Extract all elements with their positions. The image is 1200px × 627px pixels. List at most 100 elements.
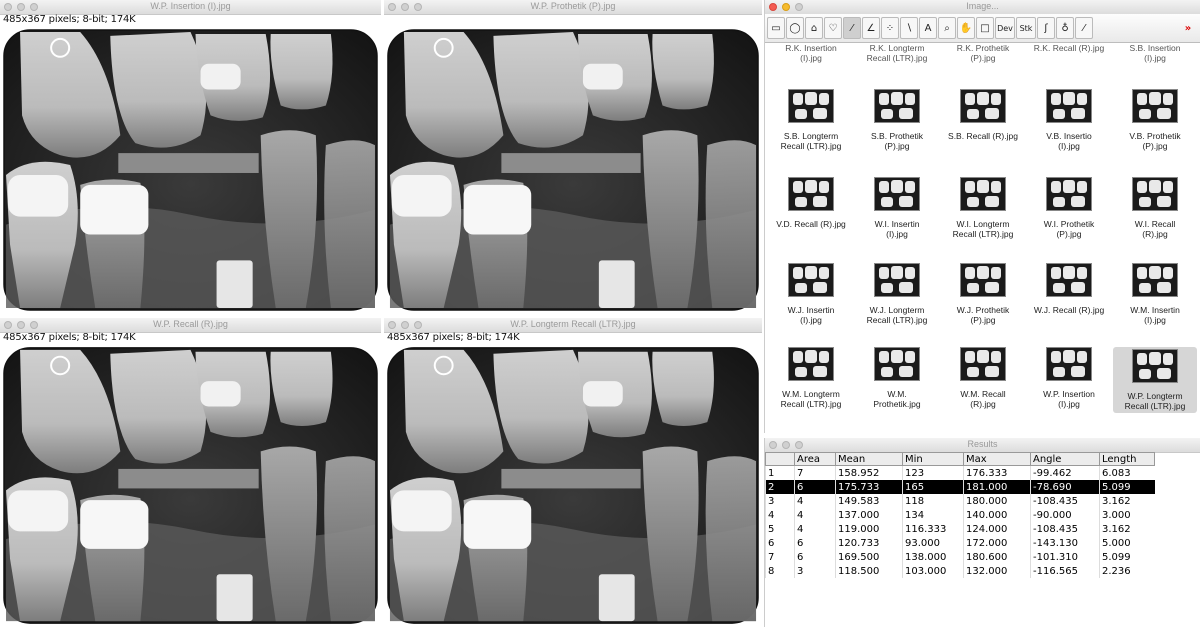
- polygon-select-icon[interactable]: ⌂: [805, 17, 823, 39]
- thumbnail-image[interactable]: [874, 89, 920, 123]
- thumbnail-image[interactable]: [788, 177, 834, 211]
- column-header[interactable]: Angle: [1030, 452, 1100, 466]
- table-cell: 118: [902, 494, 964, 508]
- titlebar[interactable]: W.P. Recall (R).jpg: [0, 318, 381, 333]
- thumbnail-image[interactable]: [1132, 89, 1178, 123]
- thumbnail-image[interactable]: [1046, 263, 1092, 297]
- more-tools-icon[interactable]: »: [1179, 17, 1197, 39]
- hand-tool-icon[interactable]: ✋: [957, 17, 975, 39]
- thumbnail-item[interactable]: V.D. Recall (R).jpg: [769, 177, 853, 229]
- titlebar[interactable]: W.P. Longterm Recall (LTR).jpg: [384, 318, 762, 333]
- oval-select-icon[interactable]: ◯: [786, 17, 804, 39]
- thumbnail-image[interactable]: [1132, 349, 1178, 383]
- thumbnail-item[interactable]: W.I. Longterm Recall (LTR).jpg: [941, 177, 1025, 239]
- thumbnail-image[interactable]: [1132, 177, 1178, 211]
- thumbnail-item[interactable]: W.M. Longterm Recall (LTR).jpg: [769, 347, 853, 409]
- thumbnail-label: R.K. Longterm Recall (LTR).jpg: [866, 43, 928, 63]
- xray-window-recall[interactable]: W.P. Recall (R).jpg 485x367 pixels; 8-bi…: [0, 318, 381, 627]
- thumbnail-image[interactable]: [788, 89, 834, 123]
- xray-image[interactable]: [0, 344, 381, 627]
- table-row[interactable]: 1 7 158.952 123 176.333 -99.462 6.083: [765, 465, 1155, 480]
- freehand-select-icon[interactable]: ♡: [824, 17, 842, 39]
- column-header[interactable]: Length: [1099, 452, 1155, 466]
- table-row[interactable]: 7 6 169.500 138.000 180.600 -101.310 5.099: [765, 550, 1155, 564]
- thumbnail-item[interactable]: W.J. Insertin (I).jpg: [769, 263, 853, 325]
- wand-tool-icon[interactable]: ∖: [900, 17, 918, 39]
- table-cell: 5.000: [1099, 536, 1155, 550]
- column-header[interactable]: Min: [902, 452, 964, 466]
- thumbnail-item[interactable]: S.B. Longterm Recall (LTR).jpg: [769, 89, 853, 151]
- rectangle-select-icon[interactable]: ▭: [767, 17, 785, 39]
- stk-tool[interactable]: Stk: [1016, 17, 1036, 39]
- table-cell: 2.236: [1099, 564, 1155, 578]
- thumbnail-item[interactable]: W.P. Insertion (I).jpg: [1027, 347, 1111, 409]
- line-tool-icon[interactable]: ⁄: [843, 17, 861, 39]
- thumbnail-item[interactable]: W.I. Recall (R).jpg: [1113, 177, 1197, 239]
- thumbnail-item[interactable]: V.B. Insertio (I).jpg: [1027, 89, 1111, 151]
- xray-window-insertion[interactable]: W.P. Insertion (I).jpg 485x367 pixels; 8…: [0, 0, 381, 314]
- thumbnail-label: V.B. Prothetik (P).jpg: [1129, 131, 1181, 151]
- xray-image[interactable]: [0, 26, 381, 314]
- lut-tool-icon[interactable]: ʃ: [1037, 17, 1055, 39]
- table-row[interactable]: 6 6 120.733 93.000 172.000 -143.130 5.000: [765, 536, 1155, 550]
- thumbnail-image[interactable]: [874, 347, 920, 381]
- titlebar[interactable]: Results: [765, 438, 1200, 453]
- titlebar[interactable]: W.P. Prothetik (P).jpg: [384, 0, 762, 15]
- thumbnail-item[interactable]: W.M. Prothetik.jpg: [855, 347, 939, 409]
- pipette-tool-icon[interactable]: ⁄: [1075, 17, 1093, 39]
- thumbnail-item[interactable]: W.M. Insertin (I).jpg: [1113, 263, 1197, 325]
- color-picker-icon[interactable]: □: [976, 17, 994, 39]
- results-window[interactable]: Results Area Mean Min Max Angle Length 1 7 158.9…: [764, 438, 1200, 627]
- thumbnail-item[interactable]: W.P. Longterm Recall (LTR).jpg: [1113, 347, 1197, 413]
- thumbnail-image[interactable]: [874, 177, 920, 211]
- table-cell: 137.000: [835, 508, 903, 522]
- thumbnail-item[interactable]: W.I. Insertin (I).jpg: [855, 177, 939, 239]
- table-row[interactable]: 2 6 175.733 165 181.000 -78.690 5.099: [765, 480, 1155, 494]
- thumbnail-label: S.B. Recall (R).jpg: [948, 131, 1018, 141]
- thumbnail-item[interactable]: W.I. Prothetik (P).jpg: [1027, 177, 1111, 239]
- table-row[interactable]: 3 4 149.583 118 180.000 -108.435 3.162: [765, 494, 1155, 508]
- thumbnail-image[interactable]: [960, 177, 1006, 211]
- thumbnail-image[interactable]: [1046, 347, 1092, 381]
- dev-tool[interactable]: Dev: [995, 17, 1015, 39]
- table-row[interactable]: 4 4 137.000 134 140.000 -90.000 3.000: [765, 508, 1155, 522]
- xray-window-prothetik[interactable]: W.P. Prothetik (P).jpg: [384, 0, 762, 314]
- magnifier-icon[interactable]: ⌕: [938, 17, 956, 39]
- column-header[interactable]: [765, 452, 795, 466]
- thumbnail-image[interactable]: [874, 263, 920, 297]
- thumbnail-image[interactable]: [960, 347, 1006, 381]
- column-header[interactable]: Max: [963, 452, 1031, 466]
- thumbnail-item[interactable]: W.M. Recall (R).jpg: [941, 347, 1025, 409]
- titlebar[interactable]: W.P. Insertion (I).jpg: [0, 0, 381, 15]
- column-header[interactable]: Area: [794, 452, 836, 466]
- results-table[interactable]: Area Mean Min Max Angle Length 1 7 158.952 123 176…: [765, 452, 1155, 578]
- thumbnail-item[interactable]: S.B. Prothetik (P).jpg: [855, 89, 939, 151]
- thumbnail-item[interactable]: S.B. Recall (R).jpg: [941, 89, 1025, 141]
- angle-tool-icon[interactable]: ∠: [862, 17, 880, 39]
- thumbnail-image[interactable]: [960, 263, 1006, 297]
- table-row[interactable]: 5 4 119.000 116.333 124.000 -108.435 3.162: [765, 522, 1155, 536]
- thumbnail-image[interactable]: [1132, 263, 1178, 297]
- thumbnail-image[interactable]: [1046, 89, 1092, 123]
- thumbnail-image[interactable]: [788, 347, 834, 381]
- thumbnail-item[interactable]: W.J. Recall (R).jpg: [1027, 263, 1111, 315]
- table-cell: -101.310: [1030, 550, 1100, 564]
- table-row[interactable]: 8 3 118.500 103.000 132.000 -116.565 2.236: [765, 564, 1155, 578]
- xray-window-longterm-recall[interactable]: W.P. Longterm Recall (LTR).jpg 485x367 p…: [384, 318, 762, 627]
- thumbnail-image[interactable]: [788, 263, 834, 297]
- point-tool-icon[interactable]: ⁘: [881, 17, 899, 39]
- thumbnail-image[interactable]: [1046, 177, 1092, 211]
- table-cell: 172.000: [963, 536, 1031, 550]
- titlebar[interactable]: Image...: [765, 0, 1200, 15]
- thumbnail-image[interactable]: [960, 89, 1006, 123]
- image-browser-window[interactable]: Image... ▭ ◯ ⌂ ♡ ⁄ ∠ ⁘ ∖ A ⌕ ✋ □ Dev Stk ʃ ♁ ⁄» R.K. Ins…: [764, 0, 1200, 433]
- thumbnail-item[interactable]: W.J. Prothetik (P).jpg: [941, 263, 1025, 325]
- text-tool-icon[interactable]: A: [919, 17, 937, 39]
- drop-tool-icon[interactable]: ♁: [1056, 17, 1074, 39]
- thumbnail-item[interactable]: V.B. Prothetik (P).jpg: [1113, 89, 1197, 151]
- column-header[interactable]: Mean: [835, 452, 903, 466]
- xray-image[interactable]: [384, 26, 762, 314]
- xray-image[interactable]: [384, 344, 762, 627]
- thumbnail-item[interactable]: W.J. Longterm Recall (LTR).jpg: [855, 263, 939, 325]
- table-cell: 149.583: [835, 494, 903, 508]
